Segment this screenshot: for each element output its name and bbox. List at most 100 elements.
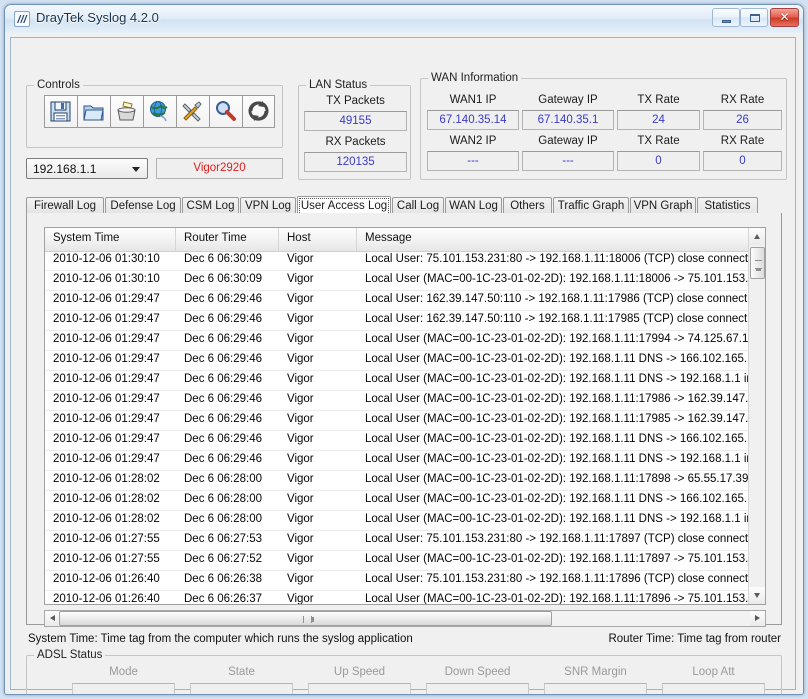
- adsl-status-group: ADSL Status Mode... State... Up Speed... Do…: [26, 649, 782, 694]
- adsl-label-snr-margin: SNR Margin: [564, 666, 627, 678]
- cell-message: Local User (MAC=00-1C-23-01-02-2D): 192.…: [365, 353, 765, 365]
- table-row[interactable]: 2010-12-06 01:29:47 Dec 6 06:29:46 Vigor Lo…: [45, 391, 765, 411]
- cell-router-time: Dec 6 06:27:53: [184, 533, 263, 545]
- table-row[interactable]: 2010-12-06 01:28:02 Dec 6 06:28:00 Vigor Lo…: [45, 471, 765, 491]
- vertical-scrollbar[interactable]: [748, 228, 765, 604]
- table-row[interactable]: 2010-12-06 01:29:47 Dec 6 06:29:46 Vigor Lo…: [45, 371, 765, 391]
- table-row[interactable]: 2010-12-06 01:29:47 Dec 6 06:29:46 Vigor Lo…: [45, 411, 765, 431]
- adsl-value-down-speed: ...: [426, 683, 529, 694]
- cell-router-time: Dec 6 06:26:38: [184, 573, 263, 585]
- tab-wan-log[interactable]: WAN Log: [445, 197, 502, 214]
- table-row[interactable]: 2010-12-06 01:28:02 Dec 6 06:28:00 Vigor Lo…: [45, 491, 765, 511]
- close-button[interactable]: ✕: [770, 8, 799, 27]
- table-row[interactable]: 2010-12-06 01:27:55 Dec 6 06:27:52 Vigor Lo…: [45, 551, 765, 571]
- tab-vpn-graph[interactable]: VPN Graph: [630, 197, 696, 214]
- open-folder-icon: [83, 105, 104, 121]
- horizontal-scrollbar[interactable]: [44, 610, 766, 627]
- column-header-system-time[interactable]: System Time: [45, 228, 176, 251]
- search-button[interactable]: [209, 95, 242, 128]
- tab-traffic-graph[interactable]: Traffic Graph: [553, 197, 629, 214]
- cell-system-time: 2010-12-06 01:29:47: [53, 333, 160, 345]
- open-button[interactable]: [77, 95, 110, 128]
- cell-system-time: 2010-12-06 01:26:40: [53, 593, 160, 604]
- router-ip-select[interactable]: 192.168.1.1: [26, 158, 148, 179]
- cell-host: Vigor: [287, 413, 314, 425]
- refresh-button[interactable]: [242, 95, 275, 128]
- tab-label: VPN Graph: [633, 200, 693, 212]
- close-icon: ✕: [779, 10, 790, 24]
- adsl-label-down-speed: Down Speed: [444, 666, 511, 678]
- cell-router-time: Dec 6 06:29:46: [184, 333, 263, 345]
- cell-message: Local User (MAC=00-1C-23-01-02-2D): 192.…: [365, 593, 765, 604]
- cell-host: Vigor: [287, 513, 314, 525]
- controls-toolbar: [44, 95, 275, 128]
- cell-router-time: Dec 6 06:29:46: [184, 453, 263, 465]
- user-access-log-table[interactable]: System Time Router Time Host Message 201…: [44, 227, 766, 605]
- lan-status-title: LAN Status: [306, 79, 371, 91]
- wan-information-title: WAN Information: [428, 72, 522, 84]
- cell-system-time: 2010-12-06 01:26:40: [53, 573, 160, 585]
- tools-button[interactable]: [176, 95, 209, 128]
- tab-csm-log[interactable]: CSM Log: [182, 197, 239, 214]
- lan-tx-label: TX Packets: [326, 95, 385, 107]
- table-row[interactable]: 2010-12-06 01:30:10 Dec 6 06:30:09 Vigor Lo…: [45, 271, 765, 291]
- column-header-router-time[interactable]: Router Time: [176, 228, 279, 251]
- tab-vpn-log[interactable]: VPN Log: [240, 197, 296, 214]
- column-header-host[interactable]: Host: [279, 228, 357, 251]
- table-row[interactable]: 2010-12-06 01:26:40 Dec 6 06:26:37 Vigor Lo…: [45, 591, 765, 604]
- table-row[interactable]: 2010-12-06 01:30:10 Dec 6 06:30:09 Vigor Lo…: [45, 251, 765, 271]
- web-button[interactable]: [143, 95, 176, 128]
- cell-router-time: Dec 6 06:30:09: [184, 273, 263, 285]
- adsl-value-loop-att: ...: [662, 683, 765, 694]
- tab-label: Defense Log: [110, 200, 176, 212]
- cell-router-time: Dec 6 06:29:46: [184, 313, 263, 325]
- adsl-label-loop-att: Loop Att: [692, 666, 735, 678]
- wan1-tx-rate-label: TX Rate: [637, 94, 680, 106]
- adsl-status-title: ADSL Status: [34, 649, 106, 661]
- table-row[interactable]: 2010-12-06 01:29:47 Dec 6 06:29:46 Vigor Lo…: [45, 291, 765, 311]
- tab-label: WAN Log: [449, 200, 498, 212]
- wan2-tx-rate-label: TX Rate: [637, 135, 680, 147]
- wan2-gateway-value: ---: [522, 151, 614, 171]
- scroll-down-button[interactable]: [749, 587, 765, 604]
- cell-system-time: 2010-12-06 01:29:47: [53, 413, 160, 425]
- table-row[interactable]: 2010-12-06 01:28:02 Dec 6 06:28:00 Vigor Lo…: [45, 511, 765, 531]
- tab-firewall-log[interactable]: Firewall Log: [26, 197, 104, 214]
- table-row[interactable]: 2010-12-06 01:29:47 Dec 6 06:29:46 Vigor Lo…: [45, 431, 765, 451]
- cell-host: Vigor: [287, 593, 314, 604]
- scroll-up-button[interactable]: [749, 228, 765, 245]
- table-row[interactable]: 2010-12-06 01:29:47 Dec 6 06:29:46 Vigor Lo…: [45, 451, 765, 471]
- vertical-scroll-thumb[interactable]: [750, 247, 765, 279]
- table-row[interactable]: 2010-12-06 01:29:47 Dec 6 06:29:46 Vigor Lo…: [45, 311, 765, 331]
- cell-system-time: 2010-12-06 01:29:47: [53, 453, 160, 465]
- cell-message: Local User (MAC=00-1C-23-01-02-2D): 192.…: [365, 393, 765, 405]
- cell-host: Vigor: [287, 273, 314, 285]
- tab-others[interactable]: Others: [503, 197, 552, 214]
- tab-statistics[interactable]: Statistics: [697, 197, 758, 214]
- scroll-left-button[interactable]: [45, 611, 60, 626]
- tab-label: Call Log: [396, 200, 440, 212]
- title-bar[interactable]: /// DrayTek Syslog 4.2.0 ✕: [5, 5, 803, 34]
- save-icon: [50, 101, 71, 122]
- table-row[interactable]: 2010-12-06 01:29:47 Dec 6 06:29:46 Vigor Lo…: [45, 331, 765, 351]
- cell-message: Local User (MAC=00-1C-23-01-02-2D): 192.…: [365, 453, 765, 465]
- minimize-button[interactable]: [712, 8, 740, 27]
- clear-button[interactable]: [110, 95, 143, 128]
- scroll-right-button[interactable]: [750, 611, 765, 626]
- wan2-tx-rate-value: 0: [617, 151, 700, 171]
- lan-status-group: LAN Status TX Packets 49155 RX Packets 1…: [298, 79, 411, 180]
- maximize-button[interactable]: [740, 8, 768, 27]
- cell-message: Local User (MAC=00-1C-23-01-02-2D): 192.…: [365, 473, 765, 485]
- table-row[interactable]: 2010-12-06 01:29:47 Dec 6 06:29:46 Vigor Lo…: [45, 351, 765, 371]
- horizontal-scroll-thumb[interactable]: [59, 611, 552, 626]
- table-row[interactable]: 2010-12-06 01:27:55 Dec 6 06:27:53 Vigor Lo…: [45, 531, 765, 551]
- tab-defense-log[interactable]: Defense Log: [105, 197, 181, 214]
- lan-rx-label: RX Packets: [325, 136, 386, 148]
- tab-call-log[interactable]: Call Log: [392, 197, 444, 214]
- cell-router-time: Dec 6 06:29:46: [184, 293, 263, 305]
- table-row[interactable]: 2010-12-06 01:26:40 Dec 6 06:26:38 Vigor Lo…: [45, 571, 765, 591]
- cell-router-time: Dec 6 06:29:46: [184, 373, 263, 385]
- column-header-message[interactable]: Message: [357, 228, 750, 251]
- save-button[interactable]: [44, 95, 77, 128]
- cell-host: Vigor: [287, 293, 314, 305]
